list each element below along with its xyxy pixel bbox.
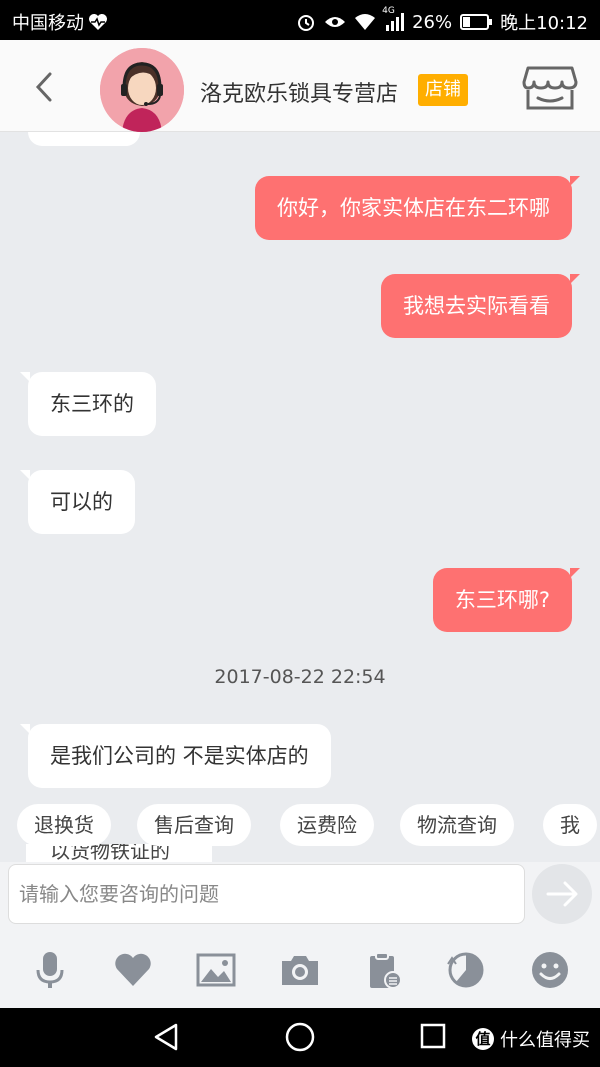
send-button[interactable] xyxy=(532,864,592,924)
chat-header: 洛克欧乐锁具专营店 店铺 xyxy=(0,40,600,132)
emoji-icon[interactable] xyxy=(530,950,570,990)
store-button[interactable] xyxy=(522,64,578,112)
nav-back-button[interactable] xyxy=(152,1021,182,1057)
battery-icon xyxy=(460,14,493,30)
quick-reply-bar[interactable]: 退换货 售后查询 运费险 物流查询 我 xyxy=(0,804,600,854)
input-toolbar xyxy=(0,938,600,1008)
shop-badge[interactable]: 店铺 xyxy=(418,74,468,106)
message-bubble-incoming[interactable]: 可以的 xyxy=(20,470,135,534)
message-bubble-incoming[interactable]: 东三环的 xyxy=(20,372,156,436)
carrier-name: 中国移动 xyxy=(12,13,84,34)
message-bubble-outgoing[interactable]: 你好，你家实体店在东二环哪 xyxy=(255,176,580,240)
carrier: 中国移动 xyxy=(12,9,108,35)
status-icons: 4G 26% 晚上10:12 xyxy=(296,6,588,35)
clock: 晚上10:12 xyxy=(500,13,588,34)
watermark-text: 什么值得买 xyxy=(500,1030,590,1051)
circle-home-icon xyxy=(285,1022,315,1052)
message-input[interactable]: 请输入您要咨询的问题 xyxy=(8,864,525,924)
shop-name: 洛克欧乐锁具专营店 xyxy=(200,82,399,107)
chevron-left-icon xyxy=(35,72,52,102)
history-icon[interactable] xyxy=(446,950,486,990)
system-nav-bar: 值 什么值得买 xyxy=(0,1008,600,1067)
quick-reply-chip[interactable]: 我 xyxy=(543,804,597,846)
customer-service-avatar-icon xyxy=(100,48,184,132)
battery-percent: 26% xyxy=(412,11,453,33)
storefront-icon xyxy=(522,66,578,110)
nav-home-button[interactable] xyxy=(284,1021,316,1057)
arrow-right-icon xyxy=(546,881,578,907)
quick-reply-chip[interactable]: 售后查询 xyxy=(137,804,251,846)
alarm-icon xyxy=(296,12,316,32)
status-bar: 中国移动 4G 26% 晚上10:12 xyxy=(0,0,600,40)
signal-icon: 4G xyxy=(382,6,405,31)
microphone-icon[interactable] xyxy=(30,950,70,990)
network-type: 4G xyxy=(382,6,395,16)
watermark: 值 什么值得买 xyxy=(472,1026,590,1052)
image-icon[interactable] xyxy=(196,950,236,990)
message-bubble-outgoing[interactable]: 东三环哪? xyxy=(432,568,581,632)
input-bar: 请输入您要咨询的问题 xyxy=(0,862,600,938)
heart-icon[interactable] xyxy=(113,950,153,990)
heart-pulse-icon xyxy=(88,13,108,31)
message-bubble-outgoing[interactable]: 我想去实际看看 xyxy=(381,274,580,338)
chat-area[interactable]: 你好，你家实体店在东二环哪 我想去实际看看 东三环的 可以的 东三环哪? 201… xyxy=(0,132,600,862)
message-timestamp: 2017-08-22 22:54 xyxy=(214,666,386,688)
nav-recents-button[interactable] xyxy=(418,1021,448,1057)
message-bubble-incoming[interactable]: 是我们公司的 不是实体店的 xyxy=(20,724,331,788)
quick-reply-chip[interactable]: 运费险 xyxy=(280,804,374,846)
back-button[interactable] xyxy=(30,70,60,104)
wifi-icon xyxy=(354,13,376,31)
camera-icon[interactable] xyxy=(280,950,320,990)
watermark-logo: 值 xyxy=(472,1028,494,1050)
clipboard-icon[interactable] xyxy=(364,950,404,990)
square-recents-icon xyxy=(420,1023,446,1049)
avatar[interactable] xyxy=(100,48,184,132)
triangle-back-icon xyxy=(154,1023,178,1051)
message-bubble-partial xyxy=(28,132,140,146)
eye-icon xyxy=(324,14,346,30)
quick-reply-chip[interactable]: 退换货 xyxy=(17,804,111,846)
quick-reply-chip[interactable]: 物流查询 xyxy=(400,804,514,846)
